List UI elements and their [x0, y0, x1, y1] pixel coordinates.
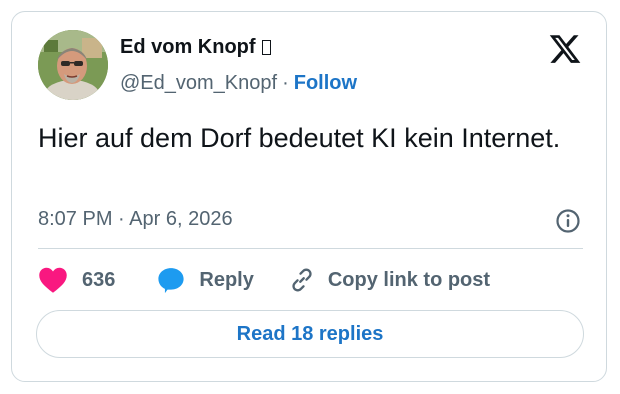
author-handle[interactable]: @Ed_vom_Knopf — [120, 72, 277, 95]
x-logo-icon[interactable] — [548, 32, 582, 66]
action-bar: 636 Reply Copy link to post — [38, 262, 490, 298]
reply-label: Reply — [199, 268, 254, 291]
tweet-text: Hier auf dem Dorf bedeutet KI kein Inter… — [38, 123, 561, 153]
follow-link[interactable]: Follow — [294, 72, 357, 95]
link-icon — [292, 268, 312, 292]
missing-glyph-icon — [261, 40, 271, 55]
like-button[interactable]: 636 — [38, 266, 115, 294]
read-replies-button[interactable]: Read 18 replies — [36, 310, 584, 358]
speech-bubble-icon — [158, 268, 184, 294]
like-count: 636 — [82, 268, 116, 291]
heart-icon — [39, 267, 67, 293]
separator-dot: · — [282, 72, 289, 94]
reply-button[interactable]: Reply — [157, 266, 254, 294]
divider — [38, 248, 583, 249]
copy-link-label: Copy link to post — [327, 268, 491, 291]
tweet-embed-card: Ed vom Knopf @Ed_vom_Knopf · Follow Hier… — [11, 11, 607, 382]
copy-link-button[interactable]: Copy link to post — [288, 266, 490, 294]
tweet-timestamp[interactable]: 8:07 PM · Apr 6, 2026 — [38, 208, 233, 231]
author-name-row: Ed vom Knopf — [120, 36, 271, 59]
avatar[interactable] — [38, 30, 108, 100]
author-handle-row: @Ed_vom_Knopf · Follow — [120, 72, 357, 95]
avatar-image — [38, 30, 108, 100]
author-display-name[interactable]: Ed vom Knopf — [120, 36, 256, 59]
info-icon[interactable] — [555, 208, 581, 234]
